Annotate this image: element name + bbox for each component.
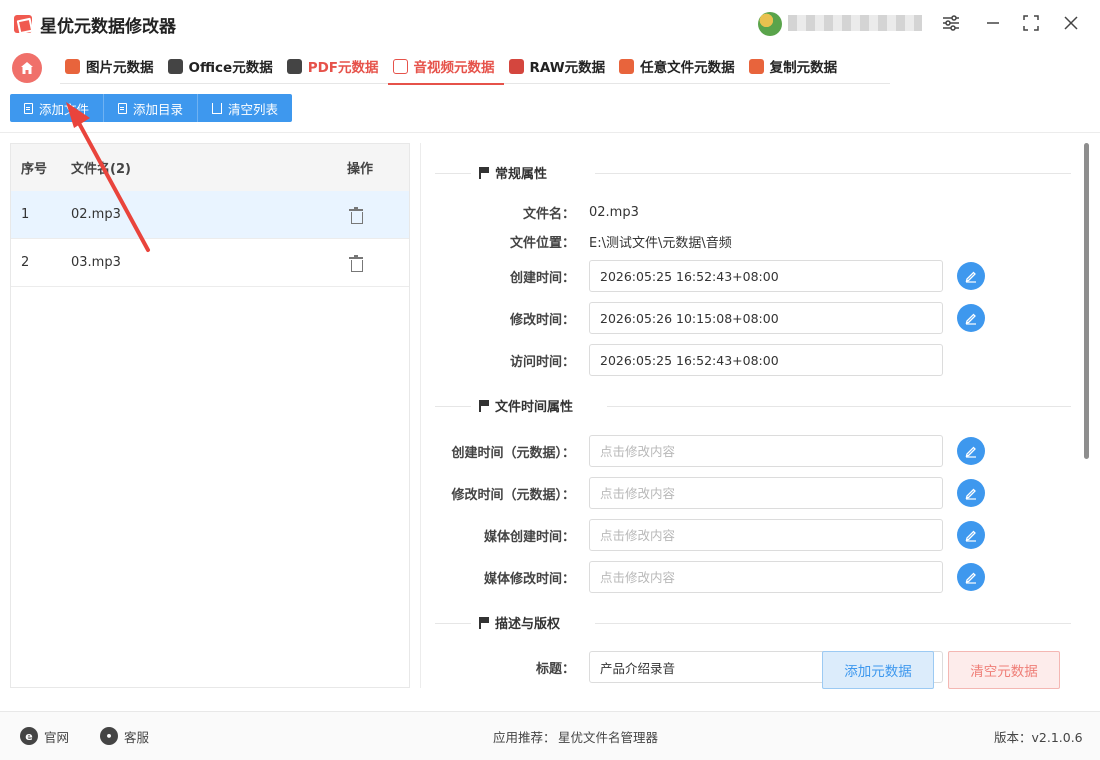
title-bar: 星优元数据修改器 — [0, 0, 1100, 46]
trash-icon — [212, 102, 223, 114]
tab-any-file-metadata[interactable]: 任意文件元数据 — [614, 52, 744, 80]
section-description: 描述与版权 — [435, 613, 1071, 633]
header-filename: 文件名(2) — [71, 162, 131, 177]
file-row[interactable]: 1 02.mp3 — [11, 191, 409, 239]
metadata-detail-panel: 常规属性 文件名： 02.mp3 文件位置： E:\测试文件\元数据\音频 创建… — [420, 143, 1092, 688]
document-icon — [118, 102, 128, 114]
meta-created-input[interactable] — [589, 435, 943, 467]
row-index: 1 — [21, 207, 30, 222]
edit-media-created-button[interactable] — [957, 521, 985, 549]
file-list: 序号 文件名(2) 操作 1 02.mp3 2 03.mp3 — [10, 143, 410, 688]
file-list-header: 序号 文件名(2) 操作 — [11, 144, 409, 191]
image-icon — [65, 58, 80, 74]
created-time-input[interactable] — [589, 260, 943, 292]
meta-modified-input[interactable] — [589, 477, 943, 509]
maximize-icon[interactable] — [1020, 12, 1042, 34]
office-icon — [167, 58, 183, 74]
home-button[interactable] — [12, 53, 42, 83]
row-media-created: 媒体创建时间： — [421, 519, 1061, 551]
file-toolbar: 添加文件 添加目录 清空列表 — [10, 94, 293, 122]
delete-row-button[interactable] — [347, 206, 409, 224]
user-name-blurred — [788, 15, 922, 31]
edit-media-modified-button[interactable] — [957, 563, 985, 591]
website-link[interactable]: e 官网 — [20, 727, 69, 746]
clear-metadata-button[interactable]: 清空元数据 — [948, 651, 1060, 689]
row-media-modified: 媒体修改时间： — [421, 561, 1061, 593]
media-modified-input[interactable] — [589, 561, 943, 593]
accessed-time-input[interactable] — [589, 344, 943, 376]
header-index: 序号 — [21, 162, 48, 177]
row-meta-modified: 修改时间（元数据）： — [421, 477, 1061, 509]
pencil-icon — [965, 446, 976, 458]
modified-time-input[interactable] — [589, 302, 943, 334]
row-index: 2 — [21, 255, 30, 270]
edit-meta-created-button[interactable] — [957, 437, 985, 465]
pencil-icon — [965, 313, 976, 325]
delete-row-button[interactable] — [347, 254, 409, 272]
tab-image-metadata[interactable]: 图片元数据 — [60, 52, 163, 80]
close-icon[interactable] — [1060, 12, 1082, 34]
copy-icon — [748, 58, 764, 74]
settings-sliders-icon[interactable] — [940, 12, 962, 34]
support-link[interactable]: • 客服 — [100, 727, 149, 746]
row-modified: 修改时间： — [421, 302, 1061, 334]
ie-icon: e — [20, 727, 38, 745]
chat-bubble-icon: • — [100, 727, 118, 745]
recommend-label: 应用推荐： — [493, 729, 556, 745]
app-logo-icon — [14, 15, 32, 33]
pencil-icon — [965, 572, 976, 584]
recommend-app-link[interactable]: 星优文件名管理器 — [558, 727, 658, 746]
flag-icon — [479, 166, 489, 179]
clear-list-button[interactable]: 清空列表 — [198, 94, 292, 122]
edit-modified-button[interactable] — [957, 304, 985, 332]
version-label: 版本：v2.1.0.6 — [994, 729, 1083, 745]
location-value: E:\测试文件\元数据\音频 — [589, 235, 732, 251]
filename-value: 02.mp3 — [589, 204, 639, 220]
edit-meta-modified-button[interactable] — [957, 479, 985, 507]
flag-icon — [479, 616, 489, 629]
minimize-icon[interactable] — [982, 12, 1004, 34]
edit-created-button[interactable] — [957, 262, 985, 290]
video-icon — [392, 58, 408, 74]
home-icon — [21, 62, 33, 74]
pencil-icon — [965, 271, 976, 283]
tab-office-metadata[interactable]: Office元数据 — [163, 52, 282, 80]
row-created: 创建时间： — [421, 260, 1061, 292]
tab-copy-metadata[interactable]: 复制元数据 — [744, 52, 847, 80]
file-row[interactable]: 2 03.mp3 — [11, 239, 409, 287]
pdf-icon — [286, 58, 302, 74]
pencil-icon — [965, 488, 976, 500]
trash-icon — [349, 254, 363, 272]
row-accessed: 访问时间： — [421, 344, 1061, 376]
row-filename: 文件名： 02.mp3 — [522, 204, 639, 222]
media-created-input[interactable] — [589, 519, 943, 551]
flag-icon — [479, 399, 489, 412]
header-action: 操作 — [347, 162, 374, 177]
category-tabs: 图片元数据 Office元数据 PDF元数据 音视频元数据 RAW元数据 任意文… — [60, 52, 890, 85]
pencil-icon — [965, 530, 976, 542]
user-avatar[interactable] — [758, 12, 782, 36]
app-title: 星优元数据修改器 — [40, 17, 176, 37]
tab-pdf-metadata[interactable]: PDF元数据 — [282, 52, 388, 80]
row-filename: 02.mp3 — [71, 207, 121, 222]
document-icon — [24, 102, 33, 114]
tab-raw-metadata[interactable]: RAW元数据 — [504, 52, 615, 80]
tab-audio-video-metadata[interactable]: 音视频元数据 — [387, 52, 504, 85]
add-metadata-button[interactable]: 添加元数据 — [822, 651, 934, 689]
trash-icon — [349, 206, 363, 224]
scrollbar[interactable] — [1084, 143, 1089, 459]
add-directory-button[interactable]: 添加目录 — [104, 94, 199, 122]
row-location: 文件位置： E:\测试文件\元数据\音频 — [421, 225, 1061, 257]
file-icon — [619, 58, 635, 74]
toolbar-divider — [0, 132, 1100, 133]
row-meta-created: 创建时间（元数据）： — [421, 435, 1061, 467]
raw-icon — [508, 58, 524, 74]
section-general: 常规属性 — [435, 163, 1071, 183]
status-footer: e 官网 • 客服 应用推荐： 星优文件名管理器 版本：v2.1.0.6 — [0, 711, 1100, 760]
row-filename: 03.mp3 — [71, 255, 121, 270]
section-file-time: 文件时间属性 — [435, 396, 1071, 416]
add-file-button[interactable]: 添加文件 — [10, 94, 105, 122]
